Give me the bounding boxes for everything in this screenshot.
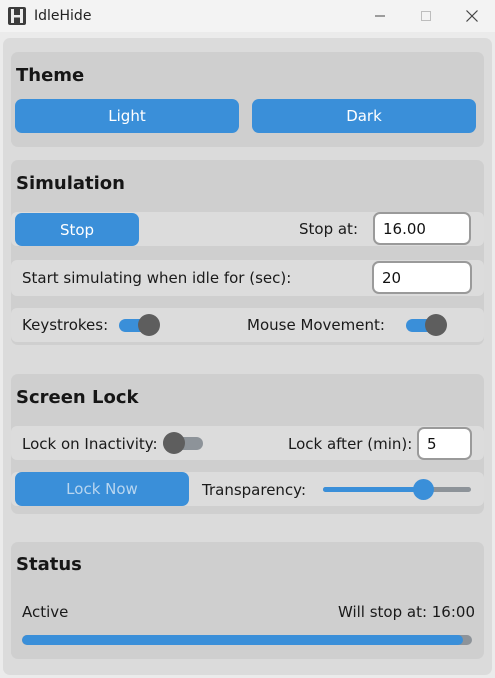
maximize-button[interactable] [403, 0, 449, 32]
transparency-slider-fill [323, 487, 424, 492]
stop-button[interactable]: Stop [15, 213, 139, 246]
transparency-slider-knob[interactable] [413, 479, 435, 500]
main-frame: Theme Light Dark Simulation Stop Stop at… [3, 38, 492, 675]
status-card: Status Active Will stop at: 16:00 [11, 542, 484, 659]
screen-lock-card: Screen Lock Lock on Inactivity: Lock aft… [11, 374, 484, 514]
simulation-card: Simulation Stop Stop at: 16.00 Start sim… [11, 160, 484, 345]
transparency-slider[interactable] [323, 479, 471, 501]
idle-seconds-input[interactable]: 20 [372, 261, 472, 294]
keystrokes-switch[interactable] [119, 313, 160, 337]
dark-theme-button[interactable]: Dark [252, 99, 476, 133]
idle-row: Start simulating when idle for (sec): 20 [11, 260, 484, 296]
window-controls [357, 0, 495, 32]
lock-settings-row: Lock on Inactivity: Lock after (min): 5 [11, 426, 484, 460]
maximize-icon [421, 11, 431, 21]
input-types-row: Keystrokes: Mouse Movement: [11, 308, 484, 342]
status-progress-bar [22, 635, 472, 645]
close-button[interactable] [449, 0, 495, 32]
status-progress-fill [22, 635, 463, 645]
lock-now-button[interactable]: Lock Now [15, 472, 189, 506]
keystrokes-switch-knob [138, 314, 160, 336]
status-stop-info: Will stop at: 16:00 [337, 603, 475, 621]
lock-inactivity-switch[interactable] [163, 431, 203, 455]
screen-lock-title: Screen Lock [16, 387, 139, 408]
window-title: IdleHide [34, 8, 92, 24]
theme-card: Theme Light Dark [11, 52, 484, 147]
minimize-button[interactable] [357, 0, 403, 32]
light-theme-button[interactable]: Light [15, 99, 239, 133]
lock-actions-row: Lock Now Transparency: [11, 472, 484, 506]
stop-at-input[interactable]: 16.00 [373, 212, 471, 245]
lock-inactivity-switch-knob [163, 432, 185, 454]
mouse-movement-label: Mouse Movement: [247, 316, 385, 334]
status-title: Status [16, 554, 82, 575]
lock-after-label: Lock after (min): [288, 435, 413, 453]
simulation-control-row: Stop Stop at: 16.00 [11, 212, 484, 246]
theme-title: Theme [16, 65, 85, 86]
mouse-movement-switch[interactable] [406, 313, 447, 337]
transparency-label: Transparency: [202, 481, 307, 499]
idle-label: Start simulating when idle for (sec): [22, 269, 292, 287]
mouse-movement-switch-knob [425, 314, 447, 336]
close-icon [466, 10, 478, 22]
keystrokes-label: Keystrokes: [22, 316, 109, 334]
title-bar: IdleHide [0, 0, 495, 32]
status-state: Active [22, 603, 69, 621]
minimize-icon [375, 15, 385, 17]
server-rack-icon [8, 7, 26, 25]
simulation-title: Simulation [16, 173, 125, 194]
lock-inactivity-label: Lock on Inactivity: [22, 435, 158, 453]
lock-after-input[interactable]: 5 [417, 427, 472, 460]
stop-at-label: Stop at: [299, 220, 358, 238]
